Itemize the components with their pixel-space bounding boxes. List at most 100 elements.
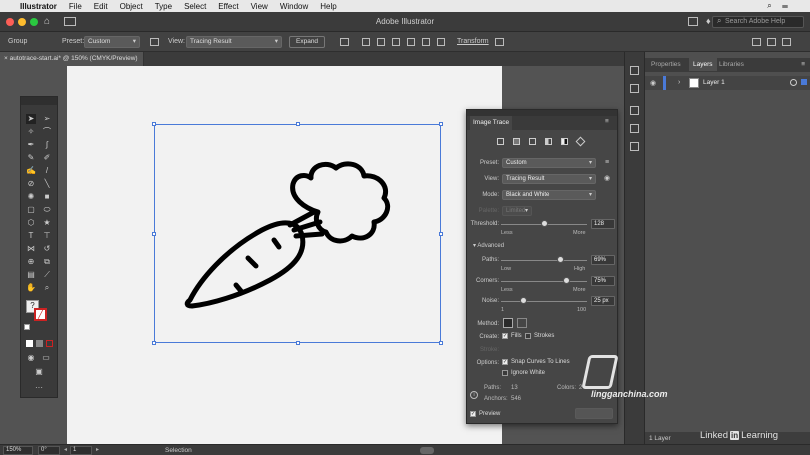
shape-builder-tool-icon[interactable]: ⊕	[26, 257, 36, 267]
menu-object[interactable]: Object	[120, 2, 143, 11]
next-artboard-icon[interactable]: ▸	[96, 446, 99, 453]
fills-checkbox[interactable]: ✓	[502, 333, 508, 339]
artboard-field[interactable]: 1	[70, 446, 92, 455]
strokes-checkbox[interactable]	[525, 333, 531, 339]
outline-preset-icon[interactable]	[575, 136, 586, 147]
polygon-tool-icon[interactable]: ⬡	[26, 218, 36, 228]
tab-libraries[interactable]: Libraries	[719, 61, 744, 68]
resize-handle-bottom[interactable]	[296, 341, 300, 345]
menu-view[interactable]: View	[251, 2, 268, 11]
previous-artboard-icon[interactable]: ◂	[64, 446, 67, 453]
align-bottom-icon[interactable]	[437, 38, 445, 46]
rotate-tool-icon[interactable]: ↺	[42, 244, 52, 254]
preset-dropdown[interactable]: Custom	[84, 36, 140, 48]
preset-menu-icon[interactable]: ≡	[605, 159, 609, 166]
rectangle-tool-icon[interactable]: ■	[42, 192, 52, 202]
color-mode-icon[interactable]	[26, 340, 33, 347]
paths-slider[interactable]	[501, 260, 587, 261]
rounded-rectangle-tool-icon[interactable]: ▢	[26, 205, 36, 215]
auto-color-preset-icon[interactable]	[497, 138, 504, 145]
layer-row[interactable]: ◉ › Layer 1	[645, 76, 810, 90]
high-color-preset-icon[interactable]	[513, 138, 520, 145]
noise-value-field[interactable]: 25 px	[591, 296, 615, 306]
transform-link[interactable]: Transform	[457, 38, 489, 45]
document-tab[interactable]: × autotrace-start.ai* @ 150% (CMYK/Previ…	[0, 52, 144, 66]
direct-selection-tool-icon[interactable]: ➢	[42, 114, 52, 124]
low-color-preset-icon[interactable]	[529, 138, 536, 145]
abutting-method-icon[interactable]	[503, 318, 513, 328]
width-tool-icon[interactable]: ⋈	[26, 244, 36, 254]
menu-file[interactable]: File	[69, 2, 82, 11]
gradient-tool-icon[interactable]: ▤	[26, 270, 36, 280]
curvature-tool-icon[interactable]: ∫	[42, 140, 52, 150]
line-tool-icon[interactable]: ╲	[42, 179, 52, 189]
align-top-icon[interactable]	[407, 38, 415, 46]
shaper-tool-icon[interactable]: ✍	[26, 166, 36, 176]
view-dropdown[interactable]: Tracing Result	[186, 36, 282, 48]
tools-panel-grip[interactable]	[21, 97, 57, 105]
brushes-dock-icon[interactable]	[630, 142, 639, 151]
panel-menu-icon[interactable]	[782, 38, 791, 46]
advanced-toggle[interactable]: ▾ Advanced	[473, 242, 504, 249]
expand-layer-icon[interactable]: ›	[678, 79, 680, 86]
blob-brush-tool-icon[interactable]: ✐	[42, 153, 52, 163]
paintbrush-tool-icon[interactable]: ✎	[26, 153, 36, 163]
trace-preset-dropdown[interactable]: Custom	[502, 158, 596, 168]
trace-panel-menu-icon[interactable]: ≡	[605, 118, 609, 132]
eyedropper-tool-icon[interactable]: ⟋	[42, 270, 52, 280]
type-tool-icon[interactable]: T	[26, 231, 36, 241]
resize-handle-left[interactable]	[152, 232, 156, 236]
edit-toolbar-icon[interactable]: ···	[34, 383, 44, 393]
selection-square-icon[interactable]	[801, 79, 807, 85]
view-eye-icon[interactable]: ◉	[604, 174, 610, 182]
target-circle-icon[interactable]	[790, 79, 797, 86]
star-tool-icon[interactable]: ★	[42, 218, 52, 228]
search-help-input[interactable]: Search Adobe Help	[712, 16, 804, 28]
overlapping-method-icon[interactable]	[517, 318, 527, 328]
lightbulb-icon[interactable]: ♦	[706, 16, 711, 26]
hand-tool-icon[interactable]: ✋	[26, 283, 36, 293]
arrange-documents-icon[interactable]	[752, 38, 761, 46]
grayscale-preset-icon[interactable]	[545, 138, 552, 145]
menu-edit[interactable]: Edit	[94, 2, 108, 11]
none-mode-icon[interactable]	[46, 340, 53, 347]
lasso-tool-icon[interactable]: ⌒	[42, 127, 52, 137]
rotation-field[interactable]: 0°	[38, 446, 60, 455]
preview-checkbox[interactable]: ✓	[470, 411, 476, 417]
trace-view-dropdown[interactable]: Tracing Result	[502, 174, 596, 184]
free-transform-tool-icon[interactable]: ⧉	[42, 257, 52, 267]
selection-tool-icon[interactable]: ➤	[26, 114, 36, 124]
resize-handle-bottom-right[interactable]	[439, 341, 443, 345]
stroke-swatch-icon[interactable]: ╱	[34, 308, 47, 321]
properties-dock-icon[interactable]	[630, 66, 639, 75]
align-right-icon[interactable]	[392, 38, 400, 46]
menu-effect[interactable]: Effect	[218, 2, 238, 11]
trace-panel-title[interactable]: Image Trace	[470, 116, 513, 130]
pencil-tool-icon[interactable]: /	[42, 166, 52, 176]
color-dock-icon[interactable]	[630, 106, 639, 115]
align-to-icon[interactable]	[340, 38, 349, 46]
threshold-value-field[interactable]: 128	[591, 219, 615, 229]
noise-slider-knob[interactable]	[519, 297, 527, 304]
threshold-slider-knob[interactable]	[541, 220, 548, 227]
share-icon[interactable]	[688, 17, 698, 26]
tab-properties[interactable]: Properties	[651, 61, 681, 68]
gradient-mode-icon[interactable]	[36, 340, 43, 347]
image-trace-panel-icon[interactable]	[150, 38, 159, 46]
horizontal-scroll-thumb[interactable]	[420, 447, 434, 454]
screen-mode-icon[interactable]: ▭	[41, 353, 51, 363]
flare-tool-icon[interactable]: ✺	[26, 192, 36, 202]
change-screen-mode-icon[interactable]: ▣	[34, 367, 44, 377]
trace-mode-dropdown[interactable]: Black and White	[502, 190, 596, 200]
layer-name[interactable]: Layer 1	[703, 79, 725, 86]
zoom-field[interactable]: 150%	[3, 446, 33, 455]
default-colors-icon[interactable]	[24, 324, 30, 330]
ellipse-tool-icon[interactable]: ⬭	[42, 205, 52, 215]
corners-value-field[interactable]: 75%	[591, 276, 615, 286]
pen-tool-icon[interactable]: ✒	[26, 140, 36, 150]
snap-curves-checkbox[interactable]: ✓	[502, 359, 508, 365]
magic-wand-tool-icon[interactable]: ✧	[26, 127, 36, 137]
black-and-white-preset-icon[interactable]	[561, 138, 568, 145]
menu-help[interactable]: Help	[320, 2, 336, 11]
corners-slider-knob[interactable]	[562, 277, 570, 284]
